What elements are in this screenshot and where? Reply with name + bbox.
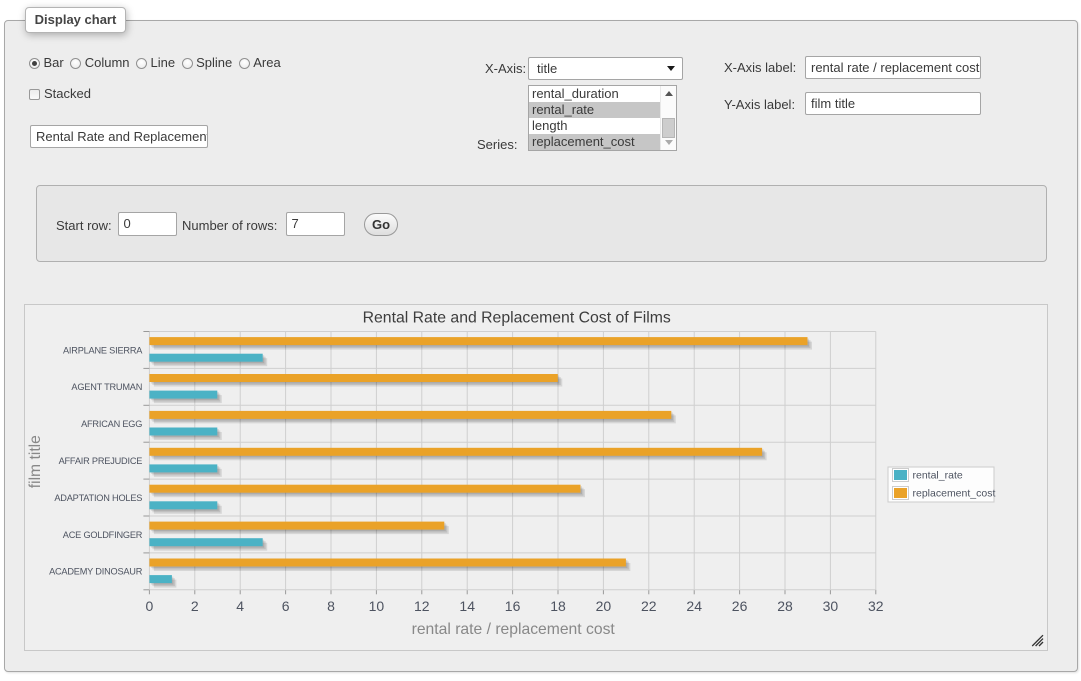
- svg-text:rental_rate: rental_rate: [913, 469, 963, 481]
- svg-text:rental rate / replacement cost: rental rate / replacement cost: [412, 621, 616, 638]
- svg-text:4: 4: [236, 598, 244, 614]
- svg-text:30: 30: [823, 598, 839, 614]
- svg-text:AIRPLANE SIERRA: AIRPLANE SIERRA: [63, 345, 143, 355]
- svg-text:26: 26: [732, 598, 748, 614]
- svg-text:2: 2: [191, 598, 199, 614]
- svg-text:20: 20: [596, 598, 612, 614]
- svg-text:0: 0: [146, 598, 154, 614]
- svg-text:16: 16: [505, 598, 521, 614]
- svg-text:24: 24: [686, 598, 702, 614]
- svg-text:22: 22: [641, 598, 657, 614]
- svg-text:28: 28: [777, 598, 793, 614]
- svg-text:ACADEMY DINOSAUR: ACADEMY DINOSAUR: [49, 567, 143, 577]
- svg-text:10: 10: [369, 598, 385, 614]
- svg-text:AFRICAN EGG: AFRICAN EGG: [81, 419, 142, 429]
- svg-text:ACE GOLDFINGER: ACE GOLDFINGER: [63, 530, 143, 540]
- svg-text:14: 14: [459, 598, 475, 614]
- svg-text:ADAPTATION HOLES: ADAPTATION HOLES: [54, 493, 142, 503]
- svg-text:AFFAIR PREJUDICE: AFFAIR PREJUDICE: [59, 456, 143, 466]
- svg-text:18: 18: [550, 598, 566, 614]
- svg-text:32: 32: [868, 598, 884, 614]
- svg-text:AGENT TRUMAN: AGENT TRUMAN: [71, 382, 142, 392]
- svg-text:replacement_cost: replacement_cost: [913, 487, 996, 499]
- svg-text:6: 6: [282, 598, 290, 614]
- svg-text:12: 12: [414, 598, 430, 614]
- svg-text:8: 8: [327, 598, 335, 614]
- svg-text:film title: film title: [27, 435, 44, 488]
- svg-text:Rental Rate and Replacement Co: Rental Rate and Replacement Cost of Film…: [363, 310, 671, 327]
